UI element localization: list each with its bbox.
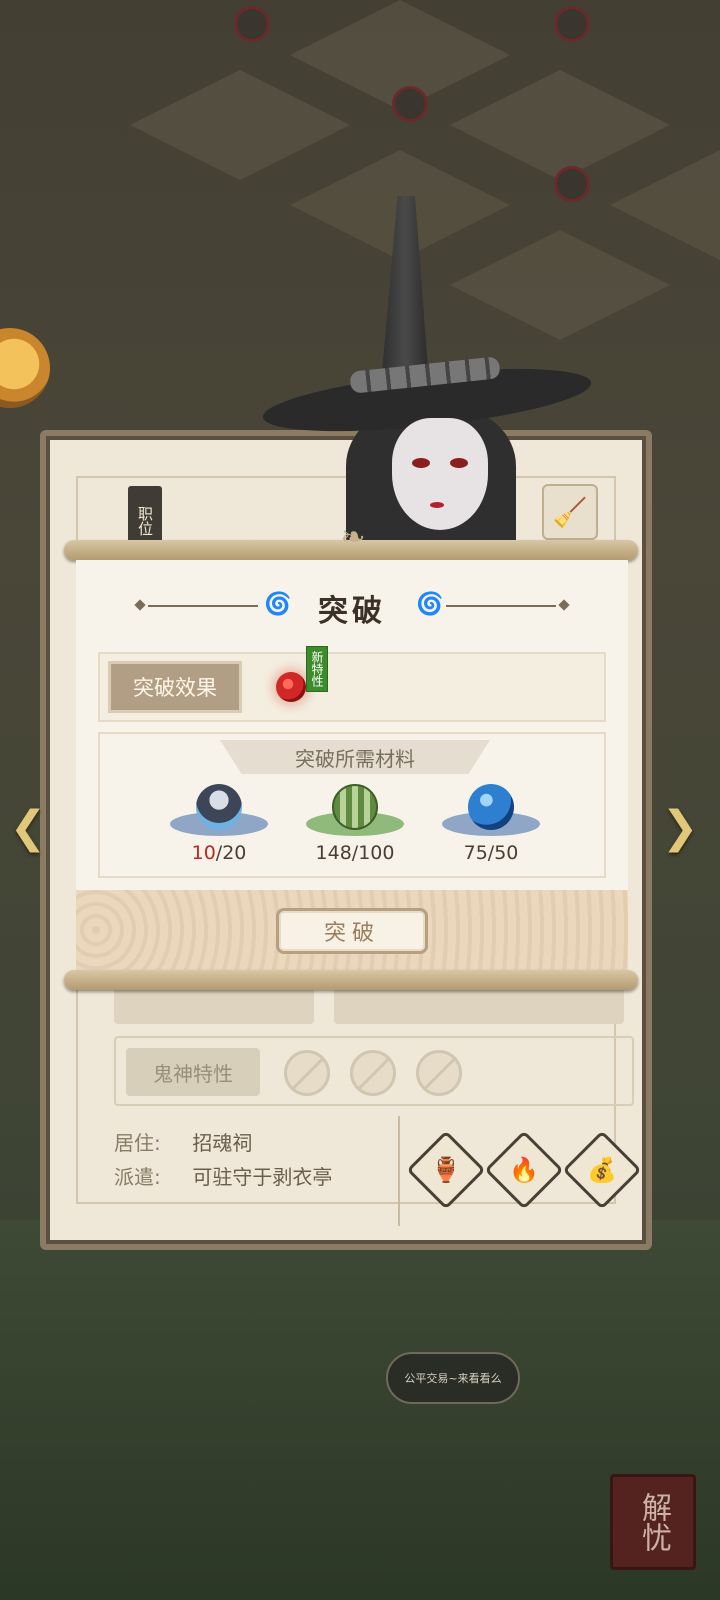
role-tag-text: 职位 bbox=[136, 506, 154, 536]
dispatch-value: 可驻守于剥衣亭 bbox=[192, 1165, 333, 1189]
title-ornament-dot bbox=[558, 599, 570, 611]
money-bag-icon: 💰 bbox=[587, 1156, 617, 1184]
material-item-melon[interactable]: 148/100 bbox=[300, 784, 410, 874]
empty-trait-slot-icon[interactable] bbox=[350, 1050, 396, 1096]
previous-arrow-icon[interactable]: ❮ bbox=[4, 800, 52, 854]
title-ornament-line bbox=[446, 605, 556, 607]
gourd-icon: 🏺 bbox=[431, 1156, 461, 1184]
ghost-figure-icon bbox=[196, 784, 242, 830]
dialog-title: 突破 bbox=[318, 594, 386, 629]
material-need: /20 bbox=[215, 842, 247, 864]
material-need: /100 bbox=[351, 842, 395, 864]
dialog-title-row: 🌀 突破 🌀 bbox=[134, 586, 570, 629]
ghost-trait-row: 鬼神特性 bbox=[114, 1036, 634, 1106]
stat-row bbox=[114, 984, 634, 1024]
material-count: 10/20 bbox=[164, 842, 274, 864]
scroll-bottom-rod bbox=[64, 970, 638, 990]
dispatch-line: 派遣: 可驻守于剥衣亭 bbox=[114, 1160, 414, 1194]
new-trait-orb-icon[interactable] bbox=[276, 672, 306, 702]
unlock-seal-text: 解忧 bbox=[636, 1492, 671, 1552]
floor-tile bbox=[450, 70, 670, 180]
new-trait-tag-text: 新特性 bbox=[310, 651, 324, 687]
swirl-ornament-icon: 🌀 bbox=[264, 592, 292, 617]
material-item-orb[interactable]: 75/50 bbox=[436, 784, 546, 874]
new-trait-tag: 新特性 bbox=[306, 646, 328, 692]
title-ornament-line bbox=[148, 605, 258, 607]
npc-speech-bubble[interactable]: 公平交易~来看看么 bbox=[386, 1352, 520, 1404]
residence-info: 居住: 招魂祠 派遣: 可驻守于剥衣亭 bbox=[114, 1126, 414, 1194]
swirl-ornament-icon: 🌀 bbox=[416, 592, 444, 617]
breakthrough-effect-label: 突破效果 bbox=[108, 661, 242, 713]
residence-key: 居住: bbox=[114, 1131, 161, 1155]
material-have: 10 bbox=[191, 842, 216, 864]
material-count: 75/50 bbox=[436, 842, 546, 864]
breakthrough-confirm-button[interactable]: 突破 bbox=[276, 908, 428, 954]
character-face bbox=[392, 418, 488, 530]
material-have: 75 bbox=[463, 842, 488, 864]
empty-trait-slot-icon[interactable] bbox=[416, 1050, 462, 1096]
locked-plot-icon[interactable] bbox=[234, 6, 270, 42]
material-need: /50 bbox=[487, 842, 519, 864]
floor-tile bbox=[130, 70, 350, 180]
residence-value: 招魂祠 bbox=[192, 1131, 253, 1155]
breakthrough-effect-row: 突破效果 新特性 bbox=[98, 646, 606, 722]
side-menu-coin-icon[interactable] bbox=[0, 328, 50, 408]
materials-header: 突破所需材料 bbox=[220, 740, 490, 774]
materials-section: 突破所需材料 10/20 148/100 75/50 bbox=[98, 732, 606, 878]
character-eye bbox=[412, 458, 430, 468]
melon-icon bbox=[332, 784, 378, 830]
dispatch-key: 派遣: bbox=[114, 1165, 161, 1189]
breakthrough-dialog: 🌀 突破 🌀 突破效果 新特性 突破所需材料 10/20 148/100 75/… bbox=[76, 560, 628, 970]
blue-orb-icon bbox=[468, 784, 514, 830]
locked-plot-icon[interactable] bbox=[392, 86, 428, 122]
ghost-character-portrait bbox=[260, 196, 594, 556]
floor-tile bbox=[610, 150, 720, 260]
material-have: 148 bbox=[315, 842, 352, 864]
material-item-ghost[interactable]: 10/20 bbox=[164, 784, 274, 874]
material-count: 148/100 bbox=[300, 842, 410, 864]
stat-box bbox=[334, 984, 624, 1024]
character-lips bbox=[430, 502, 444, 508]
stat-box bbox=[114, 984, 314, 1024]
character-eye bbox=[450, 458, 468, 468]
next-arrow-icon[interactable]: ❯ bbox=[656, 800, 704, 854]
residence-line: 居住: 招魂祠 bbox=[114, 1126, 414, 1160]
unlock-seal-button[interactable]: 解忧 bbox=[610, 1474, 696, 1570]
locked-plot-icon[interactable] bbox=[554, 6, 590, 42]
empty-trait-slot-icon[interactable] bbox=[284, 1050, 330, 1096]
divider bbox=[398, 1116, 400, 1226]
scroll-knot-icon: ❧ bbox=[340, 520, 366, 555]
ghost-trait-label: 鬼神特性 bbox=[126, 1048, 260, 1096]
ghost-flame-icon: 🔥 bbox=[509, 1156, 539, 1184]
title-ornament-dot bbox=[134, 599, 146, 611]
